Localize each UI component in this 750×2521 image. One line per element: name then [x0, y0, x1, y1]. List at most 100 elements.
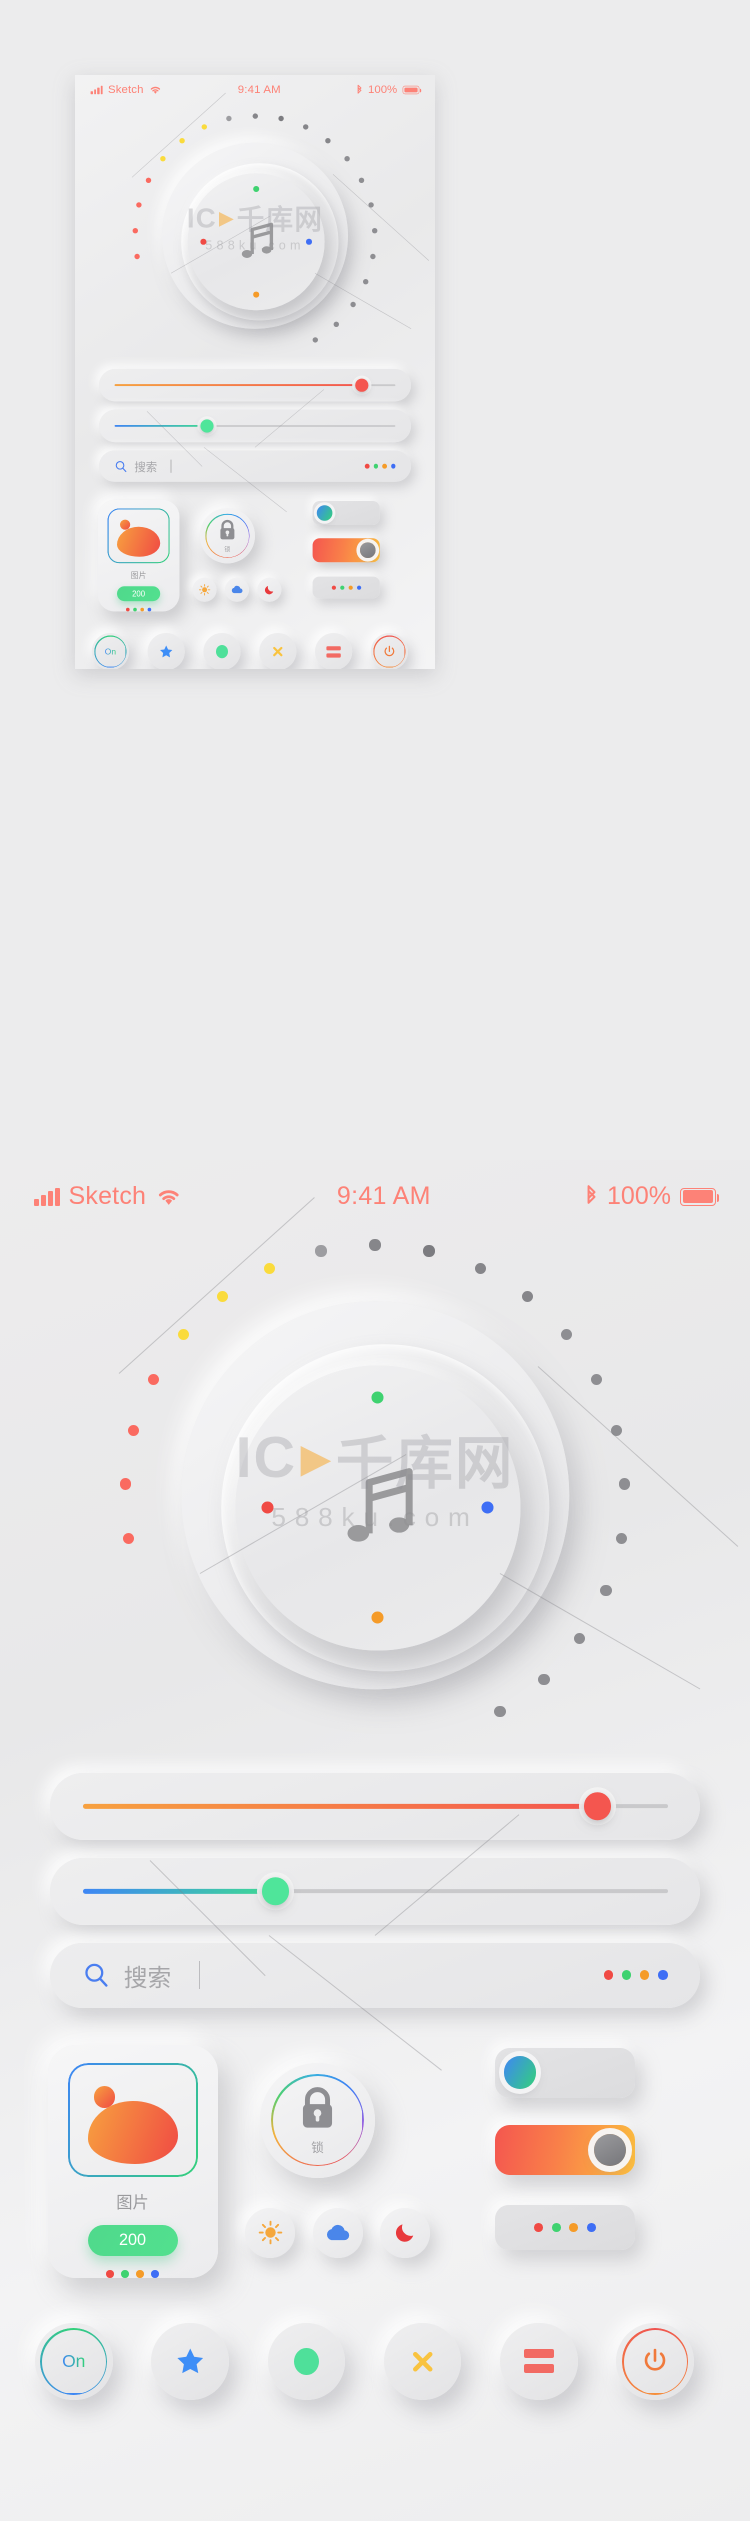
card-image-label: 图片 — [130, 570, 147, 580]
phone-mockup-large: Sketch 9:41 AM 100% IC ▶ 千库网 588ku.com 搜… — [0, 1160, 750, 2521]
equals-menu-icon — [523, 2349, 554, 2374]
signal-bars-icon — [34, 1187, 60, 1206]
toggle-off-thumb[interactable] — [316, 505, 333, 521]
card-dot-2 — [140, 607, 144, 612]
search-icon[interactable] — [83, 1962, 109, 1988]
search-dot — [364, 463, 396, 469]
toggle-off[interactable] — [495, 2047, 635, 2098]
search-dot-3 — [658, 1970, 668, 1980]
card-action-button[interactable]: 200 — [87, 2225, 178, 2257]
wifi-icon — [149, 85, 162, 94]
button-record[interactable] — [203, 633, 241, 669]
knob-ring-dot — [315, 1245, 327, 1257]
cloud-icon-button[interactable] — [225, 577, 249, 602]
image-card[interactable]: 图片 200 — [47, 2045, 218, 2278]
brightness-slider-thumb[interactable] — [261, 1877, 290, 1905]
button-on-ring — [40, 2327, 108, 2395]
knob-ring-dot — [423, 1245, 435, 1257]
toggle-off[interactable] — [312, 501, 380, 525]
volume-slider[interactable] — [50, 1772, 700, 1840]
brightness-slider[interactable] — [99, 409, 411, 443]
sun-icon — [198, 584, 211, 596]
brightness-slider[interactable] — [50, 1857, 700, 1925]
status-bar: Sketch 9:41 AM 100% — [0, 1160, 750, 1211]
star-icon — [158, 644, 174, 660]
sun-icon-button[interactable] — [245, 2207, 295, 2258]
circle-dot-icon — [216, 645, 228, 659]
search-bar[interactable]: 搜索 — [50, 1942, 700, 2008]
knob-ring-dot — [350, 301, 356, 308]
knob-ring-dot — [369, 1239, 381, 1251]
brightness-slider-thumb[interactable] — [200, 419, 214, 433]
toggle-off-thumb[interactable] — [503, 2056, 537, 2089]
knob-ring-dot — [160, 155, 166, 162]
knob-ring-dot — [312, 337, 318, 343]
knob-dot-right — [481, 1501, 494, 1514]
search-input[interactable]: 搜索 — [134, 458, 157, 474]
card-image-label: 图片 — [116, 2193, 149, 2212]
music-knob[interactable] — [235, 1365, 520, 1650]
button-power[interactable] — [616, 2322, 694, 2400]
button-on[interactable]: On — [35, 2322, 113, 2400]
button-close[interactable] — [383, 2322, 462, 2400]
moon-icon-button[interactable] — [380, 2207, 430, 2258]
knob-ring-dot — [226, 115, 232, 122]
search-icon[interactable] — [115, 460, 128, 473]
button-menu[interactable] — [500, 2322, 578, 2400]
toggle-dot-3 — [586, 2223, 596, 2232]
search-dot-0 — [603, 1970, 614, 1980]
button-favorite[interactable] — [147, 633, 185, 669]
image-card[interactable]: 图片 200 — [97, 499, 180, 612]
moon-icon — [264, 584, 275, 595]
button-menu[interactable] — [315, 633, 353, 669]
card-dot — [106, 2270, 159, 2278]
card-action-button[interactable]: 200 — [117, 586, 161, 602]
search-caret — [198, 1961, 201, 1989]
knob-ring-dot — [538, 1673, 550, 1685]
battery-percent: 100% — [368, 83, 398, 96]
toggle-on-thumb[interactable] — [593, 2133, 627, 2167]
moon-icon-button[interactable] — [257, 577, 282, 602]
volume-slider-thumb[interactable] — [583, 1792, 612, 1820]
status-bar: Sketch 9:41 AM 100% — [75, 75, 435, 97]
toggle-dot-1 — [551, 2223, 561, 2232]
search-dot-2 — [382, 463, 387, 469]
toggle-on[interactable] — [495, 2125, 635, 2175]
volume-slider[interactable] — [99, 369, 411, 402]
star-icon — [174, 2345, 207, 2378]
card-image-frame — [67, 2062, 198, 2178]
toggle-dots[interactable] — [312, 576, 380, 599]
toggle-on[interactable] — [312, 538, 380, 563]
search-input[interactable]: 搜索 — [124, 1958, 172, 1993]
search-bar[interactable]: 搜索 — [99, 450, 411, 482]
toggle-on-thumb[interactable] — [360, 542, 376, 558]
signal-bars-icon — [90, 85, 103, 95]
music-knob[interactable] — [187, 173, 325, 311]
card-image-blob — [87, 2101, 178, 2164]
toggle-dot — [534, 2223, 596, 2232]
ui-kit-page: Sketch 9:41 AM 100% IC ▶ 千库网 588ku.com 搜… — [0, 0, 750, 2521]
button-close[interactable] — [259, 633, 297, 669]
knob-ring-dot — [217, 1291, 229, 1303]
button-power[interactable] — [370, 633, 408, 669]
lock-button[interactable]: 锁 — [260, 2062, 375, 2178]
knob-ring-dot — [136, 202, 142, 208]
toggle-dots[interactable] — [495, 2205, 635, 2250]
volume-slider-fill — [82, 1804, 598, 1809]
button-on[interactable]: On — [91, 633, 129, 669]
knob-ring-dot — [123, 1532, 135, 1545]
card-image-frame — [107, 508, 170, 564]
button-favorite[interactable] — [151, 2322, 229, 2400]
lock-button[interactable]: 锁 — [199, 508, 255, 564]
toggle-dot-2 — [569, 2223, 579, 2232]
knob-ring-dot — [344, 155, 350, 162]
volume-slider-thumb[interactable] — [355, 378, 369, 392]
knob-dot-top — [371, 1391, 384, 1404]
knob-ring-dot — [147, 1373, 159, 1386]
volume-slider-fill — [114, 384, 362, 387]
cloud-icon-button[interactable] — [312, 2207, 363, 2258]
knob-ring-dot — [560, 1328, 573, 1340]
button-record[interactable] — [267, 2322, 345, 2400]
sun-icon-button[interactable] — [192, 577, 217, 602]
search-dot-2 — [640, 1970, 650, 1980]
